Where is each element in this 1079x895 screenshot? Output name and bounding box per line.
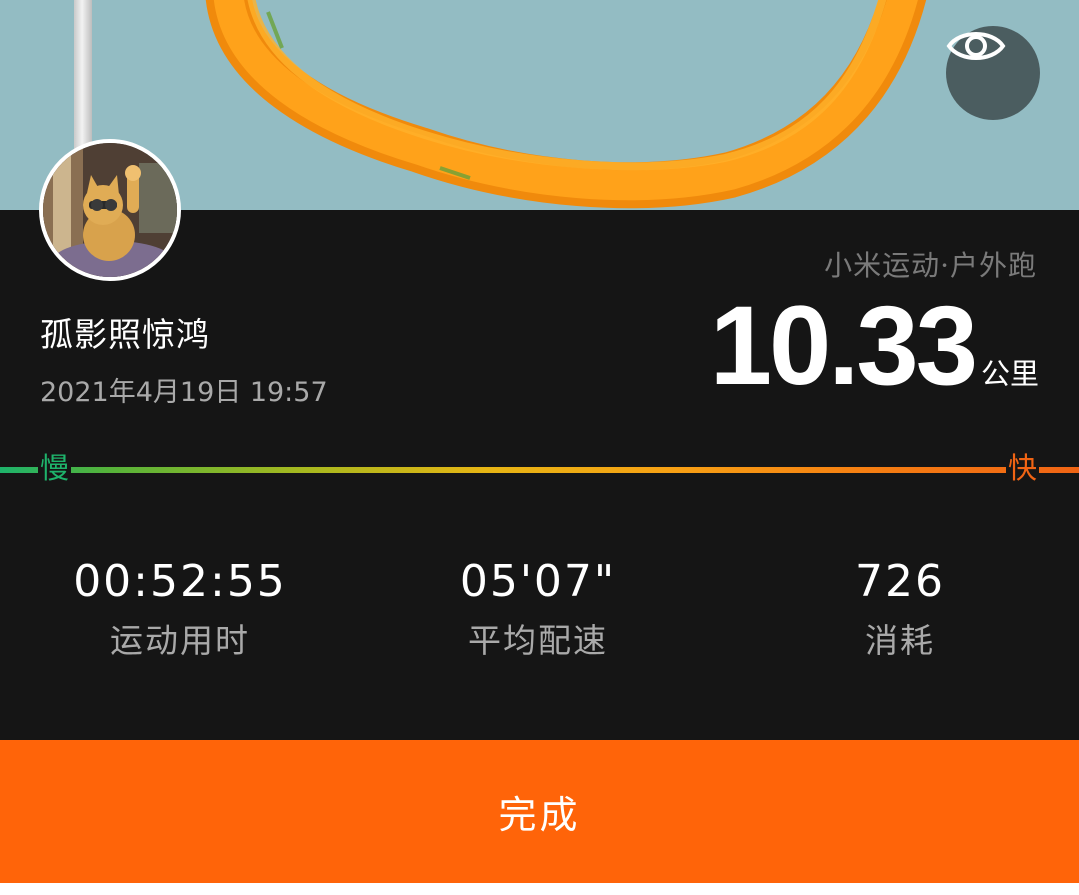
stat-average-pace-label: 平均配速 [468,621,608,660]
stat-average-pace-value: 05'07" [459,556,617,607]
stat-calories-label: 消耗 [865,621,935,660]
speed-fast-label: 快 [1006,450,1040,486]
bottom-edge [0,883,1079,895]
stat-calories: 726 消耗 [750,556,1050,662]
map-pole-marker [74,0,92,150]
done-button[interactable]: 完成 [0,740,1079,883]
workout-source: 小米运动·户外跑 [824,249,1037,282]
distance-unit: 公里 [980,357,1039,391]
distance-display: 10.33 公里 [710,290,1039,402]
stat-duration-value: 00:52:55 [73,556,287,607]
avatar[interactable] [39,139,181,281]
cat-avatar-icon [43,143,177,277]
speed-gradient-bar [0,467,1079,473]
distance-value: 10.33 [709,283,978,408]
stat-calories-value: 726 [855,556,945,607]
stat-duration: 00:52:55 运动用时 [30,556,330,662]
stat-average-pace: 05'07" 平均配速 [388,556,688,662]
toggle-map-visibility-button[interactable] [946,26,1040,120]
speed-slow-label: 慢 [38,450,72,486]
stat-duration-label: 运动用时 [110,621,250,660]
workout-datetime: 2021年4月19日 19:57 [40,377,328,408]
username: 孤影照惊鸿 [40,315,210,354]
